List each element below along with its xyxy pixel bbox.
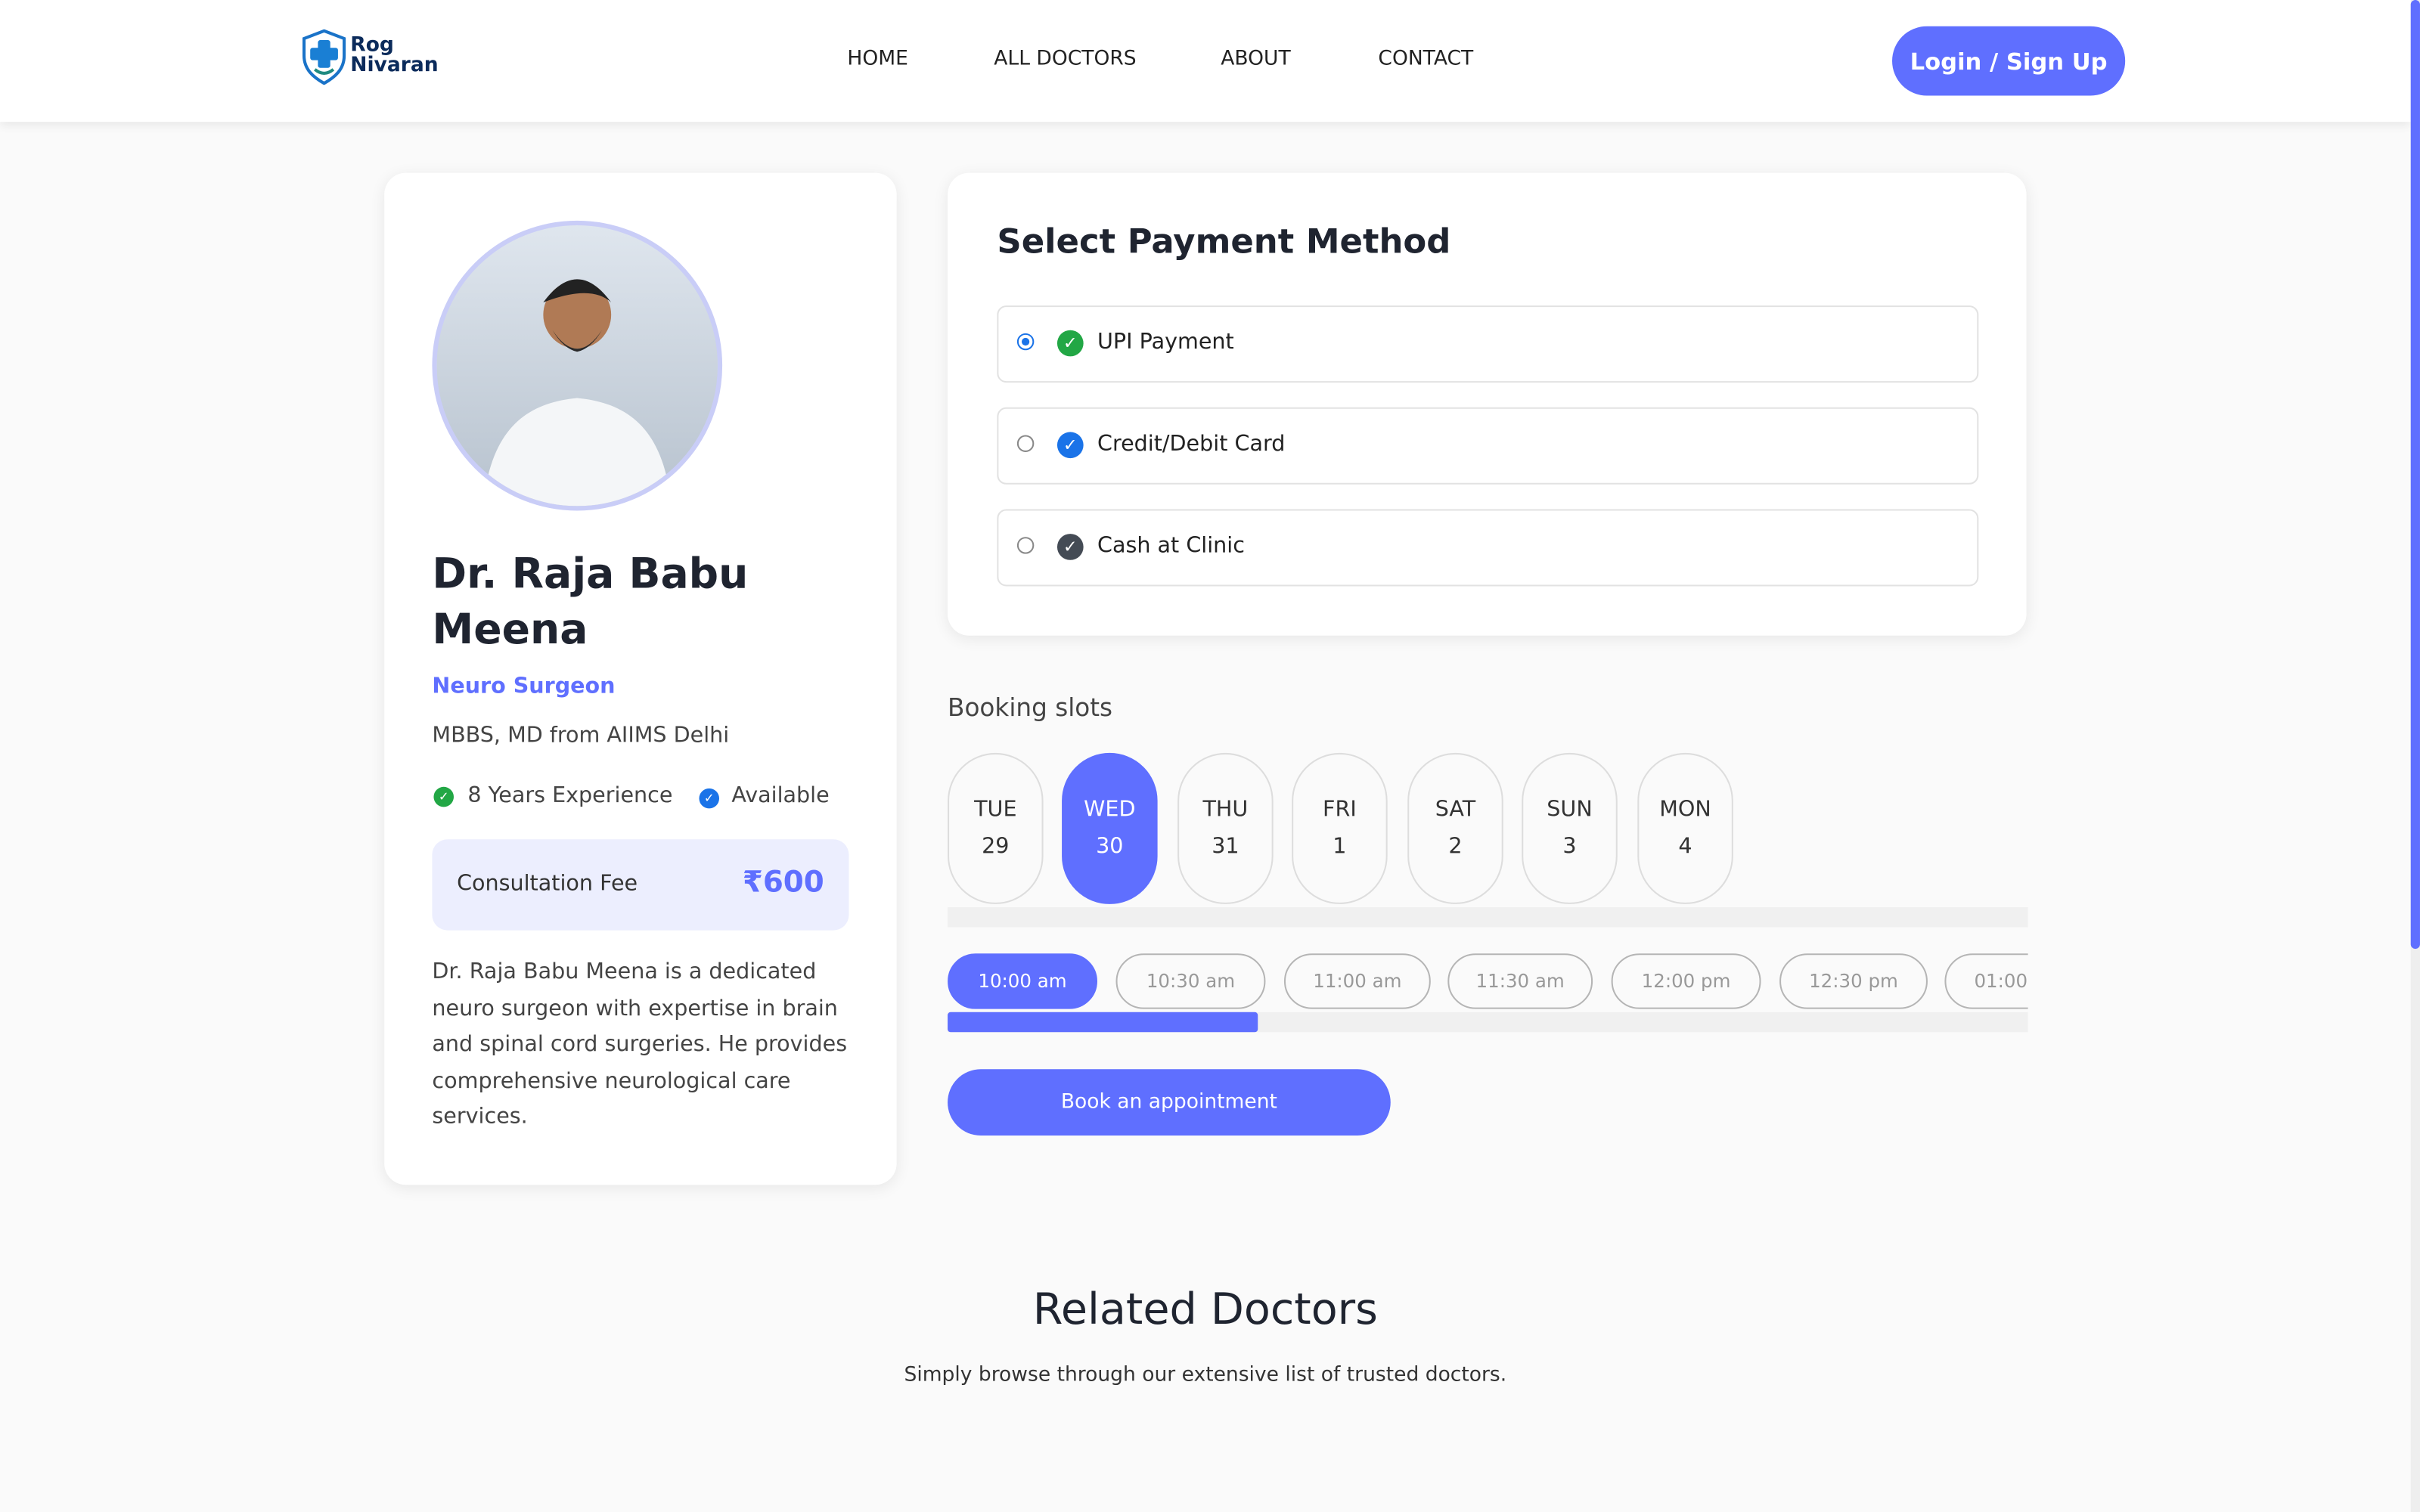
time-slot[interactable]: 12:30 pm: [1779, 953, 1928, 1009]
radio-button[interactable]: [1016, 537, 1035, 554]
day-date: 31: [1212, 835, 1239, 860]
day-name: FRI: [1323, 798, 1357, 823]
check-circle-icon: ✓: [433, 786, 454, 807]
time-slots: 10:00 am 10:30 am 11:00 am 11:30 am 12:0…: [948, 944, 2028, 1015]
payment-option-card[interactable]: ✓ Credit/Debit Card: [997, 407, 1979, 485]
related-title: Related Doctors: [1032, 1283, 1378, 1335]
book-appointment-button[interactable]: Book an appointment: [948, 1069, 1391, 1136]
nav-contact[interactable]: CONTACT: [1378, 48, 1473, 71]
day-slot-selected[interactable]: WED 30: [1062, 752, 1158, 904]
related-subtitle: Simply browse through our extensive list…: [904, 1364, 1507, 1387]
time-slot[interactable]: 12:00 pm: [1611, 953, 1761, 1009]
day-name: MON: [1659, 798, 1711, 823]
availability: Available: [731, 783, 830, 809]
doctor-degree: MBBS, MD from AIIMS Delhi: [432, 723, 730, 748]
day-slot[interactable]: MON 4: [1637, 752, 1733, 904]
day-name: WED: [1084, 798, 1136, 823]
login-signup-button[interactable]: Login / Sign Up: [1892, 26, 2126, 96]
payment-option-label: UPI Payment: [1097, 330, 1234, 355]
day-name: TUE: [974, 798, 1017, 823]
day-slot[interactable]: SUN 3: [1522, 752, 1618, 904]
day-name: THU: [1202, 798, 1249, 823]
radio-button[interactable]: [1016, 333, 1035, 351]
logo[interactable]: Rog Nivaran: [301, 29, 439, 91]
payment-option-upi[interactable]: ✓ UPI Payment: [997, 305, 1979, 383]
time-slot[interactable]: 11:00 am: [1283, 953, 1431, 1009]
fee-label: Consultation Fee: [457, 872, 638, 897]
payment-title: Select Payment Method: [997, 223, 1451, 262]
scrollbar-thumb[interactable]: [2410, 0, 2420, 950]
time-slot[interactable]: 11:30 am: [1447, 953, 1593, 1009]
day-date: 30: [1096, 835, 1124, 860]
fee-amount: ₹600: [742, 865, 824, 900]
day-date: 4: [1678, 835, 1692, 860]
time-slot-selected[interactable]: 10:00 am: [948, 953, 1098, 1009]
time-slot[interactable]: 01:00 pm: [1944, 953, 2028, 1009]
day-name: SUN: [1547, 798, 1593, 823]
day-date: 1: [1333, 835, 1347, 860]
fee-box: Consultation Fee ₹600: [432, 839, 849, 931]
nav-all-doctors[interactable]: ALL DOCTORS: [994, 48, 1136, 71]
nav-home[interactable]: HOME: [847, 48, 908, 71]
brand-line2: Nivaran: [350, 54, 439, 78]
day-slot[interactable]: TUE 29: [948, 752, 1044, 904]
brand-line1: Rog: [350, 33, 394, 57]
nav-about[interactable]: ABOUT: [1221, 48, 1290, 71]
check-circle-icon: ✓: [1056, 330, 1084, 357]
time-scrollbar[interactable]: [948, 1012, 2028, 1033]
day-slot[interactable]: FRI 1: [1292, 752, 1388, 904]
scrollbar[interactable]: [2410, 0, 2420, 1512]
doctor-speciality: Neuro Surgeon: [432, 674, 616, 699]
time-scrollbar-thumb[interactable]: [948, 1012, 1258, 1033]
check-circle-icon: ✓: [1056, 432, 1084, 459]
day-name: SAT: [1435, 798, 1476, 823]
payment-option-label: Cash at Clinic: [1097, 534, 1245, 559]
day-slot[interactable]: THU 31: [1177, 752, 1274, 904]
payment-option-label: Credit/Debit Card: [1097, 432, 1286, 457]
day-date: 29: [982, 835, 1010, 860]
experience: 8 Years Experience: [467, 783, 673, 809]
time-slot[interactable]: 10:30 am: [1115, 953, 1266, 1009]
check-circle-icon: ✓: [1056, 534, 1084, 560]
day-scrollbar[interactable]: [948, 906, 2028, 928]
doctor-about: Dr. Raja Babu Meena is a dedicated neuro…: [432, 959, 848, 1130]
doctor-name: Dr. Raja Babu Meena: [432, 550, 749, 655]
booking-title: Booking slots: [948, 692, 1113, 723]
doctor-photo: [432, 220, 723, 511]
radio-button[interactable]: [1016, 435, 1035, 452]
shield-cross-icon: [302, 29, 346, 85]
day-date: 3: [1562, 835, 1577, 860]
navbar: Rog Nivaran HOME ALL DOCTORS ABOUT CONTA…: [0, 0, 2411, 122]
day-slot[interactable]: SAT 2: [1407, 752, 1503, 904]
payment-option-cash[interactable]: ✓ Cash at Clinic: [997, 509, 1979, 587]
day-date: 2: [1448, 835, 1463, 860]
verified-icon: ✓: [699, 788, 720, 809]
